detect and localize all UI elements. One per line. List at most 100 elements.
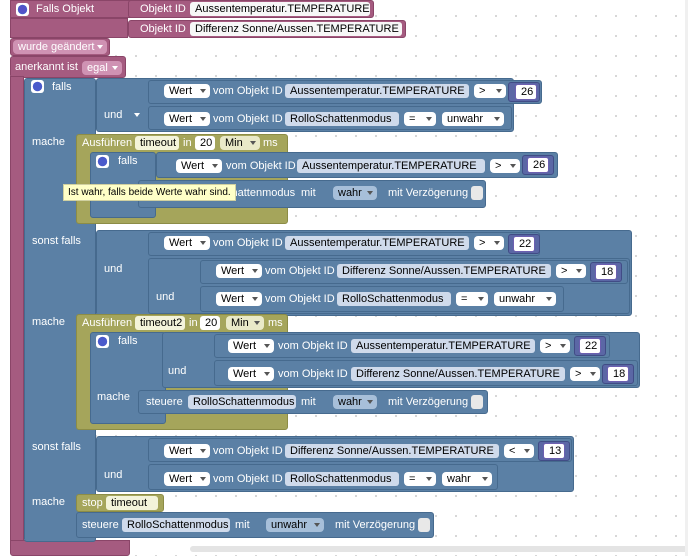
and-label: und bbox=[168, 365, 187, 377]
trigger-foot bbox=[10, 540, 130, 556]
vom-objekt-label: vom Objekt ID bbox=[213, 473, 283, 485]
ausfuehren-label: Ausführen bbox=[82, 137, 133, 149]
vom-objekt-label: vom Objekt ID bbox=[265, 265, 335, 277]
operator-dropdown[interactable]: < bbox=[504, 444, 534, 458]
object-field[interactable]: RolloSchattenmodus bbox=[122, 518, 230, 532]
mit-label: mit bbox=[301, 187, 316, 199]
trigger-ack-label: anerkannt ist bbox=[15, 61, 78, 73]
object-field[interactable]: Aussentemperatur.TEMPERATURE bbox=[285, 84, 469, 98]
set-value-dropdown[interactable]: wahr bbox=[333, 395, 377, 409]
operator-dropdown[interactable]: > bbox=[474, 236, 504, 250]
mache-label: mache bbox=[97, 391, 131, 403]
mit-label: mit bbox=[235, 519, 250, 531]
operator-dropdown[interactable]: > bbox=[490, 159, 520, 173]
timer-in-field[interactable]: 20 bbox=[200, 316, 220, 330]
object-field[interactable]: RolloSchattenmodus bbox=[285, 112, 399, 126]
vom-objekt-label: vom Objekt ID bbox=[213, 113, 283, 125]
operator-dropdown[interactable]: > bbox=[570, 367, 600, 381]
operator-dropdown[interactable]: = bbox=[456, 292, 488, 306]
operator-dropdown[interactable]: > bbox=[474, 84, 506, 98]
and-label: und bbox=[104, 469, 123, 481]
gear-icon[interactable] bbox=[96, 335, 109, 348]
value-dropdown[interactable]: Wert bbox=[164, 84, 210, 98]
steuere-label: steuere bbox=[146, 396, 183, 408]
value-dropdown[interactable]: Wert bbox=[164, 472, 210, 486]
operator-dropdown[interactable]: = bbox=[404, 112, 436, 126]
object-field[interactable]: Differenz Sonne/Aussen.TEMPERATURE bbox=[337, 264, 551, 278]
in-label: in bbox=[183, 137, 192, 149]
timer-name-field[interactable]: timeout bbox=[135, 136, 179, 150]
ms-label: ms bbox=[263, 137, 278, 149]
object-field[interactable]: RolloSchattenmodus bbox=[285, 472, 399, 486]
number-field[interactable]: 22 bbox=[513, 236, 535, 252]
value-dropdown[interactable]: Wert bbox=[216, 264, 262, 278]
mache-label: mache bbox=[32, 136, 66, 148]
number-field[interactable]: 26 bbox=[515, 84, 537, 100]
operator-dropdown[interactable]: > bbox=[540, 339, 570, 353]
timer-name-field[interactable]: timeout2 bbox=[135, 316, 185, 330]
trigger-spine bbox=[10, 76, 24, 546]
operator-dropdown[interactable]: > bbox=[556, 264, 586, 278]
timer-unit-dropdown[interactable]: Min bbox=[226, 316, 264, 330]
trigger-ack-dropdown[interactable]: egal bbox=[82, 61, 122, 75]
value-dropdown[interactable]: Wert bbox=[228, 367, 274, 381]
vom-objekt-label: vom Objekt ID bbox=[265, 293, 335, 305]
in-label: in bbox=[189, 317, 198, 329]
vom-objekt-label: vom Objekt ID bbox=[213, 85, 283, 97]
set-value-dropdown[interactable]: unwahr bbox=[266, 518, 324, 532]
object-field[interactable]: Aussentemperatur.TEMPERATURE bbox=[285, 236, 469, 250]
blockly-workspace[interactable]: Falls Objekt Objekt ID Aussentemperatur.… bbox=[0, 0, 688, 556]
mache-label: mache bbox=[32, 316, 66, 328]
mit-verzoegerung-label: mit Verzögerung bbox=[388, 396, 469, 408]
value-dropdown[interactable]: Wert bbox=[228, 339, 274, 353]
vom-objekt-label: vom Objekt ID bbox=[226, 160, 296, 172]
object-field[interactable]: RolloSchattenmodus bbox=[188, 395, 296, 409]
set-value-dropdown[interactable]: wahr bbox=[333, 186, 377, 200]
trigger-changed-dropdown[interactable]: wurde geändert bbox=[13, 40, 107, 54]
number-field[interactable]: 18 bbox=[595, 264, 617, 280]
value-dropdown[interactable]: Wert bbox=[216, 292, 262, 306]
value-dropdown[interactable]: wahr bbox=[442, 472, 492, 486]
if-label: falls bbox=[118, 335, 138, 347]
object-field[interactable]: Aussentemperatur.TEMPERATURE bbox=[297, 159, 485, 173]
number-field[interactable]: 22 bbox=[579, 338, 601, 354]
number-field[interactable]: 13 bbox=[543, 443, 565, 459]
and-dropdown[interactable] bbox=[100, 108, 144, 122]
value-dropdown[interactable]: Wert bbox=[164, 112, 210, 126]
sonst-falls-label: sonst falls bbox=[32, 441, 81, 453]
delay-checkbox[interactable] bbox=[471, 395, 483, 409]
trigger-obj1-label: Objekt ID bbox=[140, 3, 186, 15]
trigger-obj1-field[interactable]: Aussentemperatur.TEMPERATURE bbox=[190, 2, 370, 16]
gear-icon[interactable] bbox=[16, 3, 29, 16]
horizontal-scrollbar[interactable] bbox=[190, 546, 688, 552]
value-dropdown[interactable]: Wert bbox=[164, 444, 210, 458]
object-field[interactable]: Differenz Sonne/Aussen.TEMPERATURE bbox=[351, 367, 565, 381]
timer-unit-dropdown[interactable]: Min bbox=[220, 136, 260, 150]
ausfuehren-label: Ausführen bbox=[82, 317, 133, 329]
value-dropdown[interactable]: unwahr bbox=[494, 292, 556, 306]
object-field[interactable]: Differenz Sonne/Aussen.TEMPERATURE bbox=[285, 444, 499, 458]
number-field[interactable]: 26 bbox=[527, 157, 549, 173]
mache-label: mache bbox=[32, 496, 66, 508]
steuere-label: steuere bbox=[82, 519, 119, 531]
trigger-title: Falls Objekt bbox=[36, 3, 95, 15]
mit-verzoegerung-label: mit Verzögerung bbox=[335, 519, 416, 531]
delay-checkbox[interactable] bbox=[471, 186, 483, 200]
operator-dropdown[interactable]: = bbox=[404, 472, 436, 486]
gear-icon[interactable] bbox=[96, 155, 109, 168]
delay-checkbox[interactable] bbox=[418, 518, 430, 532]
value-dropdown[interactable]: unwahr bbox=[442, 112, 504, 126]
object-field[interactable]: RolloSchattenmodus bbox=[337, 292, 451, 306]
if-label: falls bbox=[118, 155, 138, 167]
trigger-obj2-field[interactable]: Differenz Sonne/Aussen.TEMPERATURE bbox=[190, 22, 402, 36]
object-field[interactable]: Aussentemperatur.TEMPERATURE bbox=[351, 339, 535, 353]
value-dropdown[interactable]: Wert bbox=[164, 236, 210, 250]
number-field[interactable]: 18 bbox=[607, 366, 629, 382]
and-label: und bbox=[156, 291, 175, 303]
timer-in-field[interactable]: 20 bbox=[195, 136, 215, 150]
gear-icon[interactable] bbox=[31, 80, 44, 93]
mit-verzoegerung-label: mit Verzögerung bbox=[388, 187, 469, 199]
vom-objekt-label: vom Objekt ID bbox=[278, 340, 348, 352]
value-dropdown[interactable]: Wert bbox=[176, 159, 222, 173]
stop-name-field[interactable]: timeout bbox=[106, 496, 158, 510]
